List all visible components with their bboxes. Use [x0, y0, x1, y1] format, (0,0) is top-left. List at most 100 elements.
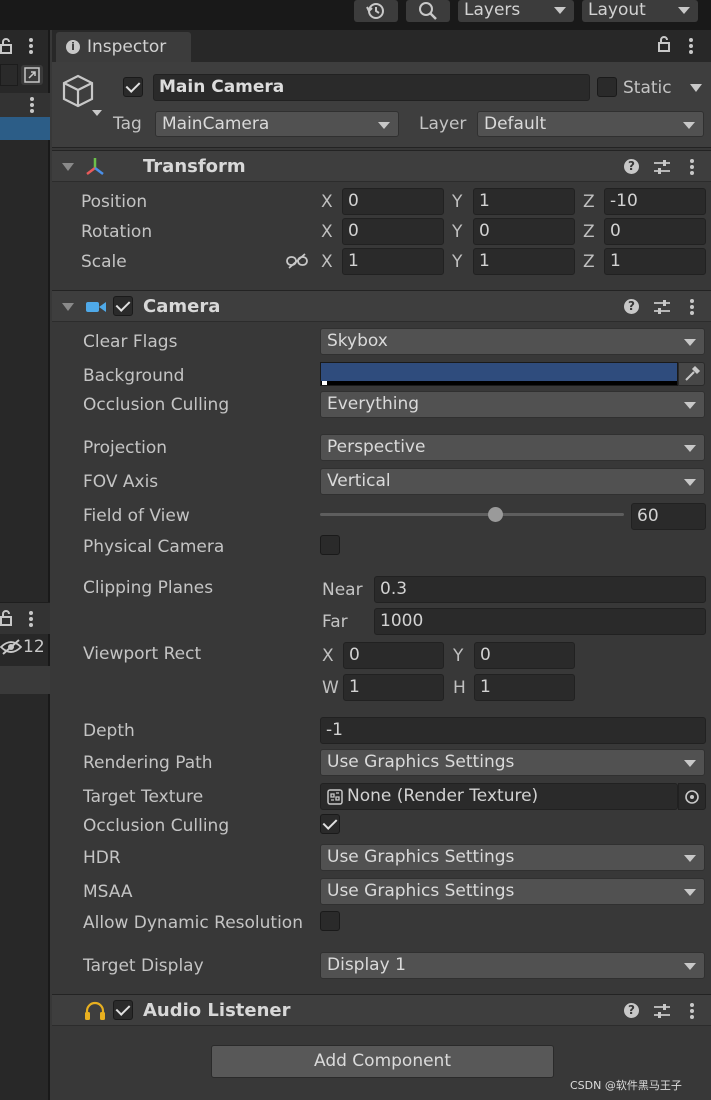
viewport-y-label[interactable]: Y [453, 646, 463, 666]
viewport-h-label[interactable]: H [453, 678, 466, 698]
viewport-x-input[interactable]: 0 [343, 642, 444, 669]
hdr-dropdown[interactable]: Use Graphics Settings [320, 844, 705, 871]
rotation-y-input[interactable]: 0 [473, 218, 575, 245]
viewport-h-input[interactable]: 1 [474, 674, 575, 701]
rotation-x-input[interactable]: 0 [342, 218, 444, 245]
position-y-input[interactable]: 1 [473, 188, 575, 215]
far-clip-input[interactable]: 1000 [374, 608, 706, 635]
preset-sliders-icon[interactable] [653, 159, 671, 175]
camera-header[interactable]: Camera ? [52, 290, 711, 322]
layer-dropdown[interactable]: Default [477, 111, 704, 137]
field-of-view-input[interactable]: 60 [631, 503, 706, 530]
depth-label: Depth [83, 721, 135, 741]
layers-dropdown-label: Layers [464, 0, 521, 20]
preset-sliders-icon[interactable] [653, 1003, 671, 1019]
lock-icon[interactable] [0, 610, 12, 626]
kebab-menu-icon[interactable] [690, 299, 694, 315]
gameobject-name-input[interactable]: Main Camera [153, 74, 590, 101]
culling-mask-dropdown[interactable]: Everything [320, 391, 705, 418]
kebab-menu-icon[interactable] [30, 97, 34, 113]
hierarchy-search-input[interactable] [0, 64, 18, 86]
layer-label: Layer [419, 114, 467, 134]
help-icon[interactable]: ? [624, 159, 639, 174]
position-x-label[interactable]: X [321, 192, 333, 212]
position-z-label[interactable]: Z [583, 192, 595, 212]
scale-x-label[interactable]: X [321, 252, 333, 272]
project-row[interactable] [0, 666, 50, 694]
layout-dropdown[interactable]: Layout [582, 0, 698, 22]
target-texture-field[interactable]: None (Render Texture) [320, 783, 678, 810]
scale-x-input[interactable]: 1 [342, 248, 444, 275]
lock-icon[interactable] [0, 38, 12, 54]
position-x-input[interactable]: 0 [342, 188, 444, 215]
position-y-label[interactable]: Y [452, 192, 462, 212]
foldout-arrow-icon[interactable] [62, 303, 74, 311]
scale-y-label[interactable]: Y [452, 252, 462, 272]
tag-dropdown[interactable]: MainCamera [155, 111, 399, 137]
rendering-path-label: Rendering Path [83, 753, 213, 773]
msaa-value: Use Graphics Settings [327, 881, 515, 901]
occlusion-culling-checkbox[interactable] [320, 814, 340, 834]
kebab-menu-icon[interactable] [689, 38, 693, 54]
depth-input[interactable]: -1 [320, 717, 706, 744]
scale-y-input[interactable]: 1 [473, 248, 575, 275]
kebab-menu-icon[interactable] [690, 1003, 694, 1019]
physical-camera-checkbox[interactable] [320, 535, 340, 555]
viewport-x-label[interactable]: X [322, 646, 334, 666]
lock-icon[interactable] [658, 36, 670, 52]
near-label[interactable]: Near [322, 580, 363, 600]
layers-dropdown[interactable]: Layers [458, 0, 574, 22]
selected-hierarchy-row[interactable] [0, 117, 50, 140]
msaa-dropdown[interactable]: Use Graphics Settings [320, 878, 705, 905]
chevron-down-icon [683, 122, 695, 129]
hidden-count: 12 [23, 637, 45, 657]
info-icon: i [66, 40, 80, 54]
viewport-y-input[interactable]: 0 [474, 642, 575, 669]
object-picker-button[interactable] [678, 783, 706, 810]
field-of-view-slider[interactable] [320, 505, 624, 525]
kebab-menu-icon[interactable] [690, 159, 694, 175]
foldout-arrow-icon[interactable] [62, 163, 74, 171]
slider-thumb[interactable] [488, 507, 503, 522]
help-icon[interactable]: ? [624, 299, 639, 314]
unlink-icon[interactable] [286, 253, 308, 269]
scale-z-label[interactable]: Z [583, 252, 595, 272]
far-label[interactable]: Far [322, 612, 348, 632]
eyedropper-button[interactable] [678, 362, 705, 386]
history-button[interactable] [354, 0, 398, 22]
position-z-input[interactable]: -10 [604, 188, 706, 215]
audio-listener-header[interactable]: Audio Listener ? [52, 994, 711, 1026]
dynamic-resolution-checkbox[interactable] [320, 911, 340, 931]
scale-z-input[interactable]: 1 [604, 248, 706, 275]
static-dropdown-arrow-icon[interactable] [690, 84, 702, 92]
target-display-dropdown[interactable]: Display 1 [320, 952, 705, 979]
transform-header[interactable]: Transform ? [52, 150, 711, 182]
rotation-x-label[interactable]: X [321, 222, 333, 242]
camera-enabled-checkbox[interactable] [113, 296, 133, 316]
cube-icon[interactable] [60, 72, 104, 118]
search-button[interactable] [406, 0, 450, 22]
kebab-menu-icon[interactable] [29, 38, 33, 54]
near-clip-input[interactable]: 0.3 [374, 576, 706, 603]
fov-axis-dropdown[interactable]: Vertical [320, 468, 705, 495]
preset-sliders-icon[interactable] [653, 299, 671, 315]
kebab-menu-icon[interactable] [29, 611, 33, 627]
clear-flags-dropdown[interactable]: Skybox [320, 328, 705, 355]
rotation-z-input[interactable]: 0 [604, 218, 706, 245]
projection-dropdown[interactable]: Perspective [320, 434, 705, 461]
viewport-w-label[interactable]: W [322, 678, 339, 698]
eye-hidden-icon[interactable] [0, 639, 22, 655]
audio-listener-enabled-checkbox[interactable] [113, 1000, 133, 1020]
tab-inspector[interactable]: i Inspector [56, 32, 191, 62]
viewport-w-input[interactable]: 1 [343, 674, 444, 701]
static-label: Static [623, 78, 672, 98]
help-icon[interactable]: ? [624, 1003, 639, 1018]
gameobject-active-checkbox[interactable] [123, 77, 143, 97]
background-color-field[interactable] [320, 362, 678, 386]
rotation-y-label[interactable]: Y [452, 222, 462, 242]
rotation-z-label[interactable]: Z [583, 222, 595, 242]
static-checkbox[interactable] [597, 77, 617, 97]
maximize-button[interactable] [21, 65, 43, 85]
add-component-button[interactable]: Add Component [211, 1045, 554, 1078]
rendering-path-dropdown[interactable]: Use Graphics Settings [320, 749, 705, 776]
